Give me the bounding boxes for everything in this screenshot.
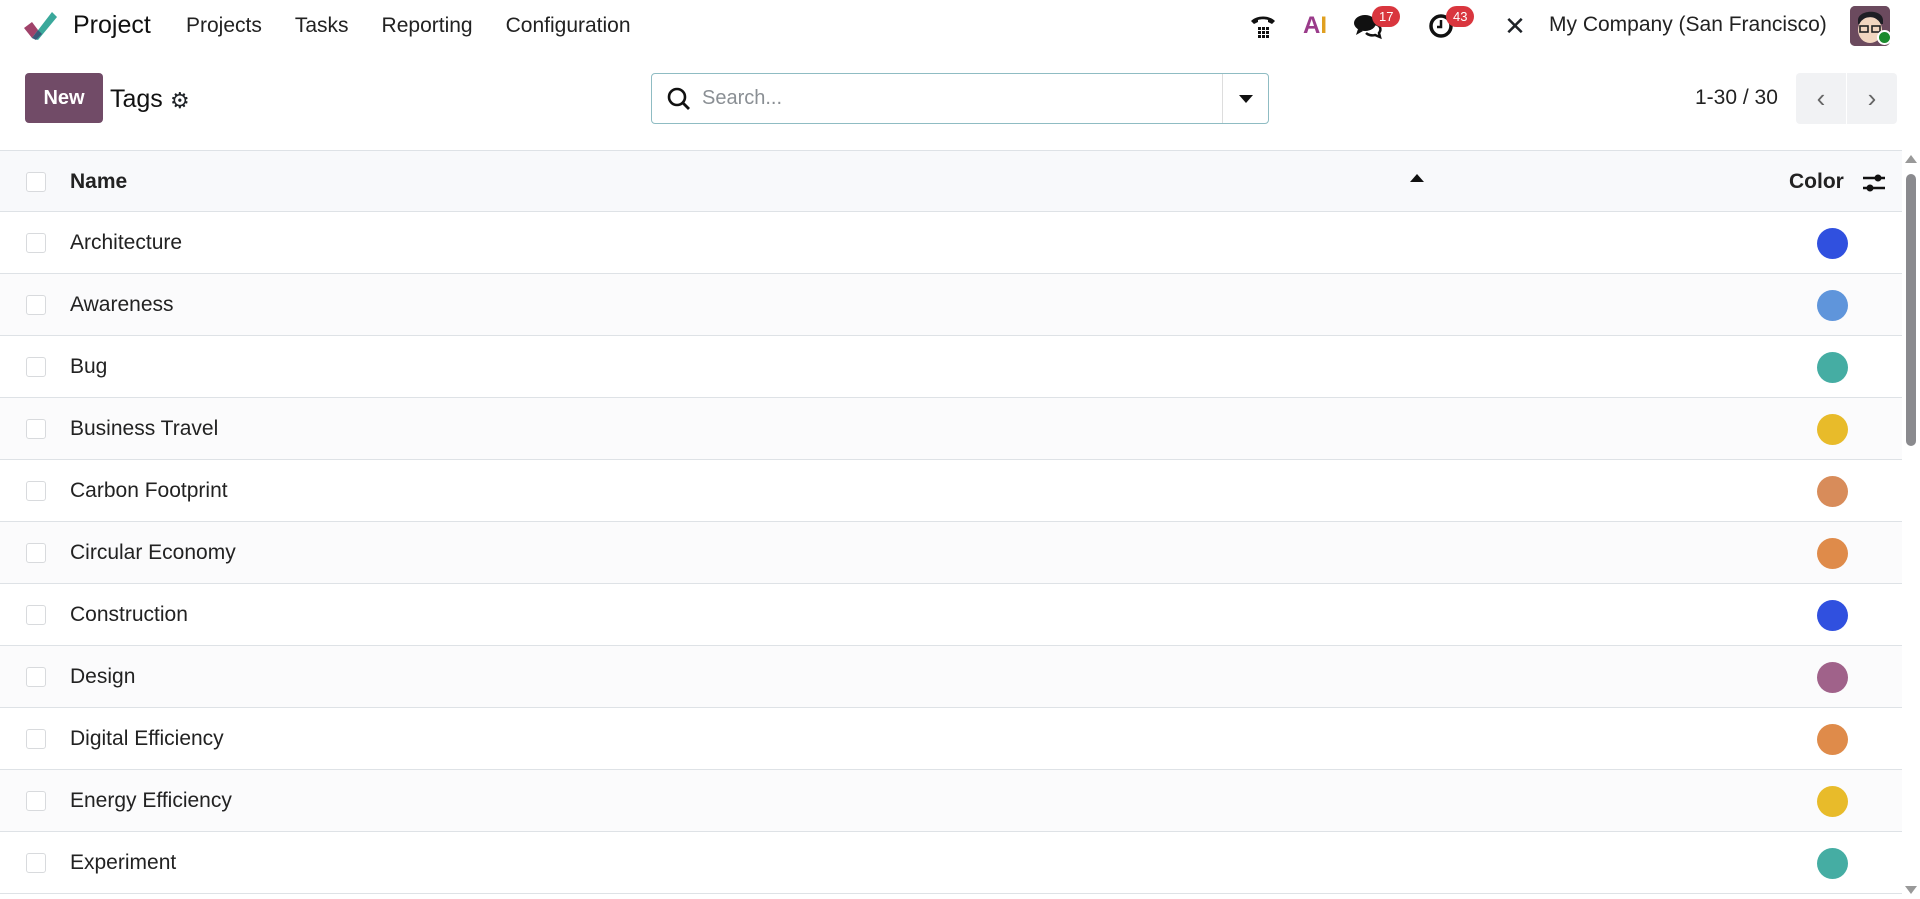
app-name[interactable]: Project	[73, 11, 151, 40]
row-checkbox[interactable]	[26, 419, 46, 439]
scroll-down-arrow-icon[interactable]	[1905, 886, 1917, 894]
table-row[interactable]: Carbon Footprint	[0, 460, 1902, 522]
table-row[interactable]: Awareness	[0, 274, 1902, 336]
tag-name[interactable]: Carbon Footprint	[70, 479, 228, 503]
column-header-color[interactable]: Color	[1789, 170, 1844, 194]
search-input[interactable]	[702, 87, 1202, 110]
row-checkbox[interactable]	[26, 543, 46, 563]
tag-name[interactable]: Digital Efficiency	[70, 727, 224, 751]
scroll-up-arrow-icon[interactable]	[1905, 155, 1917, 163]
tag-name[interactable]: Bug	[70, 355, 107, 379]
messages-icon[interactable]: 17	[1350, 6, 1401, 44]
color-swatch[interactable]	[1817, 228, 1848, 259]
table-row[interactable]: Energy Efficiency	[0, 770, 1902, 832]
tag-name[interactable]: Construction	[70, 603, 188, 627]
phone-icon[interactable]	[1246, 8, 1280, 44]
color-swatch[interactable]	[1817, 848, 1848, 879]
table-header: Name Color	[0, 150, 1902, 212]
pager-previous-button[interactable]: ‹	[1796, 73, 1846, 124]
company-switcher[interactable]: My Company (San Francisco)	[1549, 13, 1827, 37]
color-swatch[interactable]	[1817, 786, 1848, 817]
gear-icon[interactable]: ⚙	[170, 88, 190, 114]
main-menu: Projects Tasks Reporting Configuration	[186, 14, 631, 38]
ai-icon[interactable]: AAII	[1298, 8, 1332, 44]
table-row[interactable]: Circular Economy	[0, 522, 1902, 584]
tags-list-table: Name Color Architecture Awareness Bug Busin…	[0, 150, 1902, 894]
table-row[interactable]: Design	[0, 646, 1902, 708]
table-row[interactable]: Experiment	[0, 832, 1902, 894]
row-checkbox[interactable]	[26, 605, 46, 625]
select-all-checkbox[interactable]	[26, 172, 46, 192]
row-checkbox[interactable]	[26, 667, 46, 687]
table-row[interactable]: Business Travel	[0, 398, 1902, 460]
table-row[interactable]: Bug	[0, 336, 1902, 398]
tag-name[interactable]: Business Travel	[70, 417, 218, 441]
sort-ascending-icon	[1410, 174, 1424, 182]
row-checkbox[interactable]	[26, 481, 46, 501]
color-swatch[interactable]	[1817, 538, 1848, 569]
tag-name[interactable]: Awareness	[70, 293, 174, 317]
menu-reporting[interactable]: Reporting	[382, 14, 473, 38]
search-icon	[667, 87, 690, 110]
menu-projects[interactable]: Projects	[186, 14, 262, 38]
row-checkbox[interactable]	[26, 729, 46, 749]
color-swatch[interactable]	[1817, 476, 1848, 507]
tag-name[interactable]: Energy Efficiency	[70, 789, 232, 813]
color-swatch[interactable]	[1817, 724, 1848, 755]
table-row[interactable]: Architecture	[0, 212, 1902, 274]
page-title: Tags	[110, 85, 163, 113]
search-options-toggle[interactable]	[1222, 74, 1268, 123]
debug-tools-icon[interactable]: ✕	[1500, 8, 1530, 44]
chevron-right-icon: ›	[1867, 83, 1877, 113]
top-navbar: Project Projects Tasks Reporting Configu…	[0, 0, 1920, 54]
messages-count-badge: 17	[1372, 6, 1401, 27]
pager-next-button[interactable]: ›	[1847, 73, 1897, 124]
activities-count-badge: 43	[1446, 6, 1475, 27]
search-bar	[651, 73, 1269, 124]
color-swatch[interactable]	[1817, 352, 1848, 383]
row-checkbox[interactable]	[26, 233, 46, 253]
tag-name[interactable]: Experiment	[70, 851, 176, 875]
caret-down-icon	[1238, 94, 1253, 103]
new-button[interactable]: New	[25, 73, 103, 123]
menu-tasks[interactable]: Tasks	[295, 14, 349, 38]
pager-value[interactable]: 1-30 / 30	[1695, 86, 1778, 110]
activities-clock-icon[interactable]: 43	[1426, 6, 1475, 44]
menu-configuration[interactable]: Configuration	[506, 14, 631, 38]
row-checkbox[interactable]	[26, 295, 46, 315]
color-swatch[interactable]	[1817, 662, 1848, 693]
color-swatch[interactable]	[1817, 290, 1848, 321]
vertical-scrollbar[interactable]	[1902, 150, 1920, 899]
column-header-name[interactable]: Name	[70, 170, 127, 194]
row-checkbox[interactable]	[26, 853, 46, 873]
chevron-left-icon: ‹	[1816, 83, 1826, 113]
project-app-logo-icon[interactable]	[22, 10, 58, 42]
tag-name[interactable]: Architecture	[70, 231, 182, 255]
table-row[interactable]: Construction	[0, 584, 1902, 646]
tag-name[interactable]: Circular Economy	[70, 541, 236, 565]
row-checkbox[interactable]	[26, 791, 46, 811]
scrollbar-thumb[interactable]	[1906, 174, 1916, 446]
online-status-icon	[1877, 30, 1892, 45]
tag-name[interactable]: Design	[70, 665, 135, 689]
optional-columns-icon[interactable]	[1862, 172, 1886, 194]
row-checkbox[interactable]	[26, 357, 46, 377]
color-swatch[interactable]	[1817, 414, 1848, 445]
table-row[interactable]: Digital Efficiency	[0, 708, 1902, 770]
color-swatch[interactable]	[1817, 600, 1848, 631]
